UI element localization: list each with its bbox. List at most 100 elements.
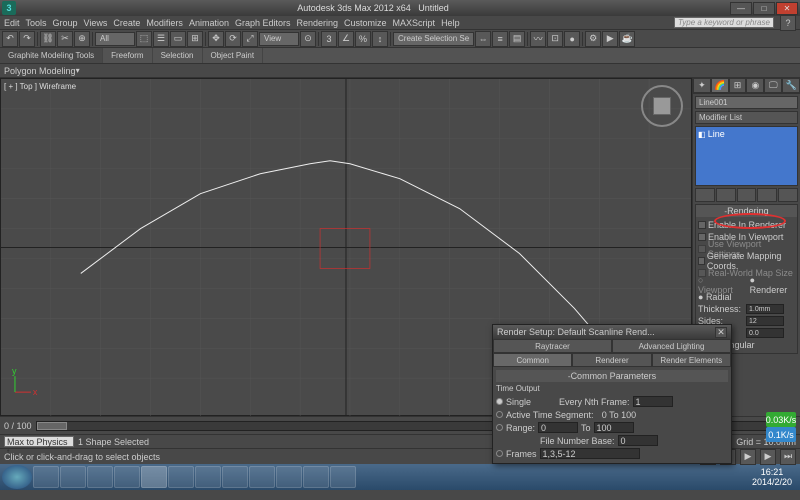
- common-params-header[interactable]: - Common Parameters: [496, 370, 728, 382]
- single-radio[interactable]: [496, 398, 503, 405]
- range-from[interactable]: 0: [538, 422, 578, 433]
- link-button[interactable]: ⛓: [40, 31, 56, 47]
- rendering-header[interactable]: - Rendering: [696, 205, 797, 217]
- unlink-button[interactable]: ✂: [57, 31, 73, 47]
- menu-help[interactable]: Help: [441, 18, 460, 28]
- named-sel-dropdown[interactable]: Create Selection Se: [393, 32, 474, 46]
- file-base-spinner[interactable]: 0: [618, 435, 658, 446]
- align-button[interactable]: ≡: [492, 31, 508, 47]
- move-button[interactable]: ✥: [208, 31, 224, 47]
- angle-snap-button[interactable]: ∠: [338, 31, 354, 47]
- utilities-tab[interactable]: 🔧: [782, 78, 800, 93]
- display-tab[interactable]: 🖵: [764, 78, 782, 93]
- undo-button[interactable]: ↶: [2, 31, 18, 47]
- menu-grapheditors[interactable]: Graph Editors: [235, 18, 291, 28]
- system-clock[interactable]: 16:212014/2/20: [746, 467, 798, 487]
- object-name-field[interactable]: Line001: [695, 96, 798, 109]
- app-logo[interactable]: 3: [2, 1, 16, 15]
- ref-coord-dropdown[interactable]: View: [259, 32, 299, 46]
- dialog-tab-elements[interactable]: Render Elements: [652, 353, 731, 367]
- window-crossing-button[interactable]: ⊞: [187, 31, 203, 47]
- gen-mapping-checkbox[interactable]: [698, 257, 705, 265]
- taskbar-item[interactable]: [33, 466, 59, 488]
- mirror-button[interactable]: ⇔: [475, 31, 491, 47]
- maximize-button[interactable]: □: [753, 2, 775, 15]
- minimize-button[interactable]: —: [730, 2, 752, 15]
- help-icon[interactable]: ?: [780, 15, 796, 31]
- active-seg-radio[interactable]: [496, 411, 503, 418]
- motion-tab[interactable]: ◉: [746, 78, 764, 93]
- render-setup-button[interactable]: ⚙: [585, 31, 601, 47]
- goto-end-button[interactable]: ⏭: [780, 449, 796, 465]
- remove-mod-button[interactable]: [757, 188, 777, 202]
- taskbar-item[interactable]: [303, 466, 329, 488]
- sides-spinner[interactable]: 12: [746, 316, 784, 326]
- modify-tab[interactable]: 🌈: [711, 78, 729, 93]
- dialog-tab-renderer[interactable]: Renderer: [572, 353, 651, 367]
- select-region-button[interactable]: ▭: [170, 31, 186, 47]
- schematic-button[interactable]: ⊡: [547, 31, 563, 47]
- frames-input[interactable]: 1,3,5-12: [540, 448, 640, 459]
- range-radio[interactable]: [496, 424, 503, 431]
- tab-selection[interactable]: Selection: [153, 48, 203, 63]
- rotate-button[interactable]: ⟳: [225, 31, 241, 47]
- create-tab[interactable]: ✦: [693, 78, 711, 93]
- angle-spinner[interactable]: 0.0: [746, 328, 784, 338]
- menu-maxscript[interactable]: MAXScript: [393, 18, 436, 28]
- taskbar-item[interactable]: [249, 466, 275, 488]
- bind-button[interactable]: ⊕: [74, 31, 90, 47]
- unique-button[interactable]: [737, 188, 757, 202]
- dialog-tab-raytracer[interactable]: Raytracer: [493, 339, 612, 353]
- menu-tools[interactable]: Tools: [26, 18, 47, 28]
- tab-objectpaint[interactable]: Object Paint: [203, 48, 264, 63]
- layers-button[interactable]: ▤: [509, 31, 525, 47]
- taskbar-item[interactable]: [141, 466, 167, 488]
- show-end-button[interactable]: [716, 188, 736, 202]
- nth-spinner[interactable]: 1: [633, 396, 673, 407]
- menu-animation[interactable]: Animation: [189, 18, 229, 28]
- taskbar-item[interactable]: [60, 466, 86, 488]
- taskbar-item[interactable]: [222, 466, 248, 488]
- taskbar-item[interactable]: [276, 466, 302, 488]
- snap-button[interactable]: 3: [321, 31, 337, 47]
- render-button[interactable]: ☕: [619, 31, 635, 47]
- taskbar-item[interactable]: [87, 466, 113, 488]
- frames-radio[interactable]: [496, 450, 503, 457]
- spinner-snap-button[interactable]: ↕: [372, 31, 388, 47]
- tab-freeform[interactable]: Freeform: [103, 48, 152, 63]
- taskbar-item[interactable]: [195, 466, 221, 488]
- scale-button[interactable]: ⤢: [242, 31, 258, 47]
- select-button[interactable]: ⬚: [136, 31, 152, 47]
- range-to[interactable]: 100: [594, 422, 634, 433]
- enable-renderer-checkbox[interactable]: [698, 221, 706, 229]
- thickness-spinner[interactable]: 1.0mm: [746, 304, 784, 314]
- menu-create[interactable]: Create: [113, 18, 140, 28]
- selection-filter[interactable]: All: [95, 32, 135, 46]
- enable-viewport-checkbox[interactable]: [698, 233, 706, 241]
- taskbar-item[interactable]: [330, 466, 356, 488]
- dialog-close-button[interactable]: ✕: [715, 327, 727, 338]
- menu-modifiers[interactable]: Modifiers: [146, 18, 183, 28]
- hierarchy-tab[interactable]: ⊞: [729, 78, 747, 93]
- redo-button[interactable]: ↷: [19, 31, 35, 47]
- tab-graphite[interactable]: Graphite Modeling Tools: [0, 48, 103, 63]
- modifier-stack[interactable]: ◧ Line: [695, 126, 798, 186]
- viewcube[interactable]: [641, 85, 683, 127]
- menu-customize[interactable]: Customize: [344, 18, 387, 28]
- menu-views[interactable]: Views: [84, 18, 108, 28]
- pivot-button[interactable]: ⊙: [300, 31, 316, 47]
- material-button[interactable]: ●: [564, 31, 580, 47]
- configure-button[interactable]: [778, 188, 798, 202]
- search-input[interactable]: Type a keyword or phrase: [674, 17, 774, 28]
- modifier-list-dropdown[interactable]: Modifier List: [695, 111, 798, 124]
- play-button[interactable]: ▶: [740, 449, 756, 465]
- menu-rendering[interactable]: Rendering: [297, 18, 339, 28]
- taskbar-item[interactable]: [168, 466, 194, 488]
- menu-group[interactable]: Group: [53, 18, 78, 28]
- taskbar-item[interactable]: [114, 466, 140, 488]
- percent-snap-button[interactable]: %: [355, 31, 371, 47]
- render-frame-button[interactable]: ▶: [602, 31, 618, 47]
- menu-edit[interactable]: Edit: [4, 18, 20, 28]
- select-name-button[interactable]: ☰: [153, 31, 169, 47]
- dialog-tab-common[interactable]: Common: [493, 353, 572, 367]
